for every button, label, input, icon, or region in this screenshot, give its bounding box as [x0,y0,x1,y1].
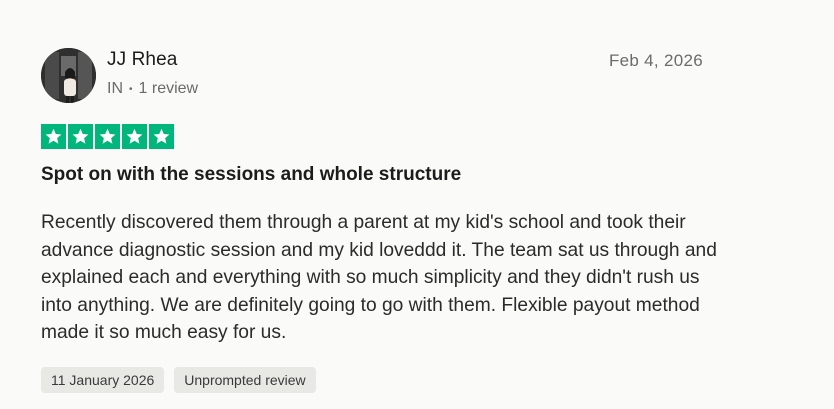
avatar-photo [41,48,96,103]
meta-separator: • [129,83,133,95]
star-rating [41,124,174,149]
star-icon [68,124,93,149]
reviewer-meta: IN • 1 review [107,80,198,98]
reviewer-country: IN [107,80,123,97]
review-title[interactable]: Spot on with the sessions and whole stru… [41,164,461,186]
reviewer-review-count: 1 review [138,80,199,97]
review-date: Feb 4, 2026 [608,51,703,70]
review-type-tag: Unprompted review [174,367,316,393]
experience-date-tag: 11 January 2026 [41,367,165,393]
review-card: JJ Rhea IN • 1 review Feb 4, 2026 Spot o… [0,0,834,409]
star-icon [95,124,120,149]
star-icon [122,124,147,149]
star-icon [149,124,174,149]
avatar[interactable] [41,48,96,103]
reviewer-name[interactable]: JJ Rhea [107,49,177,71]
review-body: Recently discovered them through a paren… [41,212,717,343]
review-tags: 11 January 2026 Unprompted review [41,367,316,393]
star-icon [41,124,66,149]
